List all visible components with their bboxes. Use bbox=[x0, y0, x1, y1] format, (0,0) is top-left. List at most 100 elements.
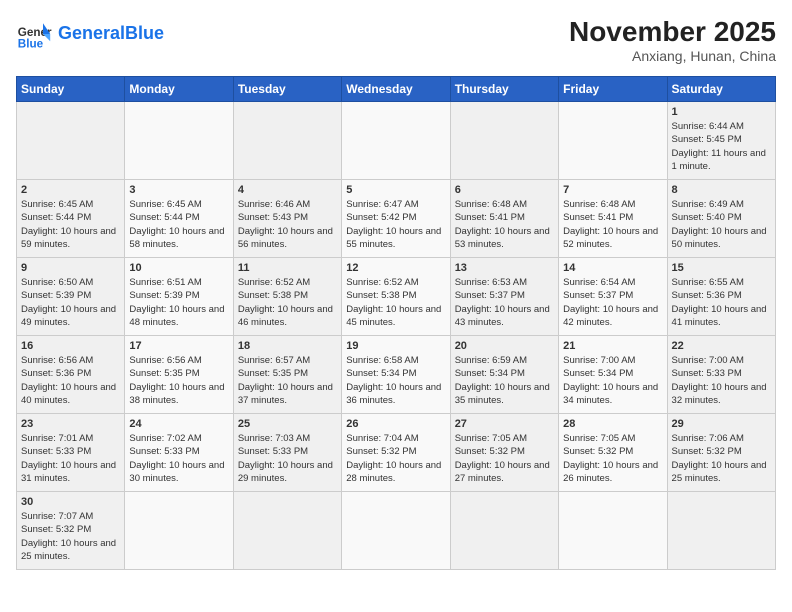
day-info: Sunrise: 6:44 AM Sunset: 5:45 PM Dayligh… bbox=[672, 120, 771, 173]
logo-general: General bbox=[58, 23, 125, 43]
table-row: 3 Sunrise: 6:45 AM Sunset: 5:44 PM Daylig… bbox=[125, 180, 233, 258]
day-number: 2 bbox=[21, 184, 120, 196]
day-info: Sunrise: 6:54 AM Sunset: 5:37 PM Dayligh… bbox=[563, 276, 662, 329]
day-number: 13 bbox=[455, 262, 554, 274]
location: Anxiang, Hunan, China bbox=[569, 48, 776, 64]
day-number: 9 bbox=[21, 262, 120, 274]
day-info: Sunrise: 7:05 AM Sunset: 5:32 PM Dayligh… bbox=[563, 432, 662, 485]
day-number: 21 bbox=[563, 340, 662, 352]
table-row bbox=[342, 492, 450, 570]
header-monday: Monday bbox=[125, 77, 233, 102]
day-number: 28 bbox=[563, 418, 662, 430]
table-row: 30Sunrise: 7:07 AM Sunset: 5:32 PM Dayli… bbox=[17, 492, 125, 570]
day-info: Sunrise: 7:02 AM Sunset: 5:33 PM Dayligh… bbox=[129, 432, 228, 485]
table-row: 12Sunrise: 6:52 AM Sunset: 5:38 PM Dayli… bbox=[342, 258, 450, 336]
table-row: 22 Sunrise: 7:00 AM Sunset: 5:33 PM Dayli… bbox=[667, 336, 775, 414]
month-title: November 2025 bbox=[569, 16, 776, 48]
title-block: November 2025 Anxiang, Hunan, China bbox=[569, 16, 776, 64]
table-row bbox=[342, 102, 450, 180]
table-row: 29Sunrise: 7:06 AM Sunset: 5:32 PM Dayli… bbox=[667, 414, 775, 492]
day-number: 14 bbox=[563, 262, 662, 274]
header-thursday: Thursday bbox=[450, 77, 558, 102]
header-sunday: Sunday bbox=[17, 77, 125, 102]
logo-icon: General Blue bbox=[16, 16, 52, 52]
logo: General Blue GeneralBlue bbox=[16, 16, 164, 52]
day-info: Sunrise: 7:07 AM Sunset: 5:32 PM Dayligh… bbox=[21, 510, 120, 563]
header-wednesday: Wednesday bbox=[342, 77, 450, 102]
day-number: 27 bbox=[455, 418, 554, 430]
day-number: 5 bbox=[346, 184, 445, 196]
day-number: 18 bbox=[238, 340, 337, 352]
logo-text: GeneralBlue bbox=[58, 24, 164, 44]
table-row bbox=[125, 492, 233, 570]
day-number: 10 bbox=[129, 262, 228, 274]
table-row: 15 Sunrise: 6:55 AM Sunset: 5:36 PM Dayli… bbox=[667, 258, 775, 336]
day-number: 4 bbox=[238, 184, 337, 196]
day-number: 8 bbox=[672, 184, 771, 196]
day-info: Sunrise: 6:53 AM Sunset: 5:37 PM Dayligh… bbox=[455, 276, 554, 329]
calendar-row: 1Sunrise: 6:44 AM Sunset: 5:45 PM Daylig… bbox=[17, 102, 776, 180]
header-friday: Friday bbox=[559, 77, 667, 102]
day-number: 3 bbox=[129, 184, 228, 196]
calendar-table: Sunday Monday Tuesday Wednesday Thursday… bbox=[16, 76, 776, 570]
header-tuesday: Tuesday bbox=[233, 77, 341, 102]
day-info: Sunrise: 7:03 AM Sunset: 5:33 PM Dayligh… bbox=[238, 432, 337, 485]
table-row: 2 Sunrise: 6:45 AM Sunset: 5:44 PM Daylig… bbox=[17, 180, 125, 258]
table-row: 7Sunrise: 6:48 AM Sunset: 5:41 PM Daylig… bbox=[559, 180, 667, 258]
day-info: Sunrise: 6:56 AM Sunset: 5:35 PM Dayligh… bbox=[129, 354, 228, 407]
day-number: 15 bbox=[672, 262, 771, 274]
day-info: Sunrise: 6:57 AM Sunset: 5:35 PM Dayligh… bbox=[238, 354, 337, 407]
table-row: 28 Sunrise: 7:05 AM Sunset: 5:32 PM Dayli… bbox=[559, 414, 667, 492]
day-number: 7 bbox=[563, 184, 662, 196]
day-info: Sunrise: 7:05 AM Sunset: 5:32 PM Dayligh… bbox=[455, 432, 554, 485]
table-row: 18 Sunrise: 6:57 AM Sunset: 5:35 PM Dayli… bbox=[233, 336, 341, 414]
table-row: 21 Sunrise: 7:00 AM Sunset: 5:34 PM Dayli… bbox=[559, 336, 667, 414]
table-row: 11Sunrise: 6:52 AM Sunset: 5:38 PM Dayli… bbox=[233, 258, 341, 336]
day-number: 12 bbox=[346, 262, 445, 274]
day-info: Sunrise: 7:00 AM Sunset: 5:33 PM Dayligh… bbox=[672, 354, 771, 407]
logo-blue: Blue bbox=[125, 23, 164, 43]
table-row: 1Sunrise: 6:44 AM Sunset: 5:45 PM Daylig… bbox=[667, 102, 775, 180]
table-row: 5 Sunrise: 6:47 AM Sunset: 5:42 PM Daylig… bbox=[342, 180, 450, 258]
day-info: Sunrise: 6:45 AM Sunset: 5:44 PM Dayligh… bbox=[129, 198, 228, 251]
table-row: 9Sunrise: 6:50 AM Sunset: 5:39 PM Daylig… bbox=[17, 258, 125, 336]
day-number: 16 bbox=[21, 340, 120, 352]
table-row: 8 Sunrise: 6:49 AM Sunset: 5:40 PM Daylig… bbox=[667, 180, 775, 258]
calendar-row: 23Sunrise: 7:01 AM Sunset: 5:33 PM Dayli… bbox=[17, 414, 776, 492]
table-row: 25 Sunrise: 7:03 AM Sunset: 5:33 PM Dayli… bbox=[233, 414, 341, 492]
day-info: Sunrise: 7:00 AM Sunset: 5:34 PM Dayligh… bbox=[563, 354, 662, 407]
day-info: Sunrise: 6:47 AM Sunset: 5:42 PM Dayligh… bbox=[346, 198, 445, 251]
calendar-row: 30Sunrise: 7:07 AM Sunset: 5:32 PM Dayli… bbox=[17, 492, 776, 570]
day-number: 26 bbox=[346, 418, 445, 430]
day-info: Sunrise: 6:55 AM Sunset: 5:36 PM Dayligh… bbox=[672, 276, 771, 329]
weekday-header-row: Sunday Monday Tuesday Wednesday Thursday… bbox=[17, 77, 776, 102]
calendar-row: 9Sunrise: 6:50 AM Sunset: 5:39 PM Daylig… bbox=[17, 258, 776, 336]
table-row bbox=[125, 102, 233, 180]
table-row: 17Sunrise: 6:56 AM Sunset: 5:35 PM Dayli… bbox=[125, 336, 233, 414]
day-info: Sunrise: 6:49 AM Sunset: 5:40 PM Dayligh… bbox=[672, 198, 771, 251]
table-row bbox=[233, 102, 341, 180]
day-info: Sunrise: 7:04 AM Sunset: 5:32 PM Dayligh… bbox=[346, 432, 445, 485]
calendar-row: 16 Sunrise: 6:56 AM Sunset: 5:36 PM Dayli… bbox=[17, 336, 776, 414]
day-number: 6 bbox=[455, 184, 554, 196]
table-row: 24 Sunrise: 7:02 AM Sunset: 5:33 PM Dayli… bbox=[125, 414, 233, 492]
day-number: 23 bbox=[21, 418, 120, 430]
table-row: 26 Sunrise: 7:04 AM Sunset: 5:32 PM Dayli… bbox=[342, 414, 450, 492]
table-row bbox=[450, 492, 558, 570]
table-row: 16 Sunrise: 6:56 AM Sunset: 5:36 PM Dayli… bbox=[17, 336, 125, 414]
table-row: 19Sunrise: 6:58 AM Sunset: 5:34 PM Dayli… bbox=[342, 336, 450, 414]
day-number: 24 bbox=[129, 418, 228, 430]
table-row: 20Sunrise: 6:59 AM Sunset: 5:34 PM Dayli… bbox=[450, 336, 558, 414]
table-row bbox=[559, 492, 667, 570]
day-number: 19 bbox=[346, 340, 445, 352]
calendar-row: 2 Sunrise: 6:45 AM Sunset: 5:44 PM Daylig… bbox=[17, 180, 776, 258]
table-row: 27 Sunrise: 7:05 AM Sunset: 5:32 PM Dayli… bbox=[450, 414, 558, 492]
table-row bbox=[233, 492, 341, 570]
day-number: 25 bbox=[238, 418, 337, 430]
table-row: 13 Sunrise: 6:53 AM Sunset: 5:37 PM Dayli… bbox=[450, 258, 558, 336]
day-info: Sunrise: 6:52 AM Sunset: 5:38 PM Dayligh… bbox=[238, 276, 337, 329]
day-info: Sunrise: 6:56 AM Sunset: 5:36 PM Dayligh… bbox=[21, 354, 120, 407]
day-number: 22 bbox=[672, 340, 771, 352]
day-info: Sunrise: 6:45 AM Sunset: 5:44 PM Dayligh… bbox=[21, 198, 120, 251]
header-saturday: Saturday bbox=[667, 77, 775, 102]
